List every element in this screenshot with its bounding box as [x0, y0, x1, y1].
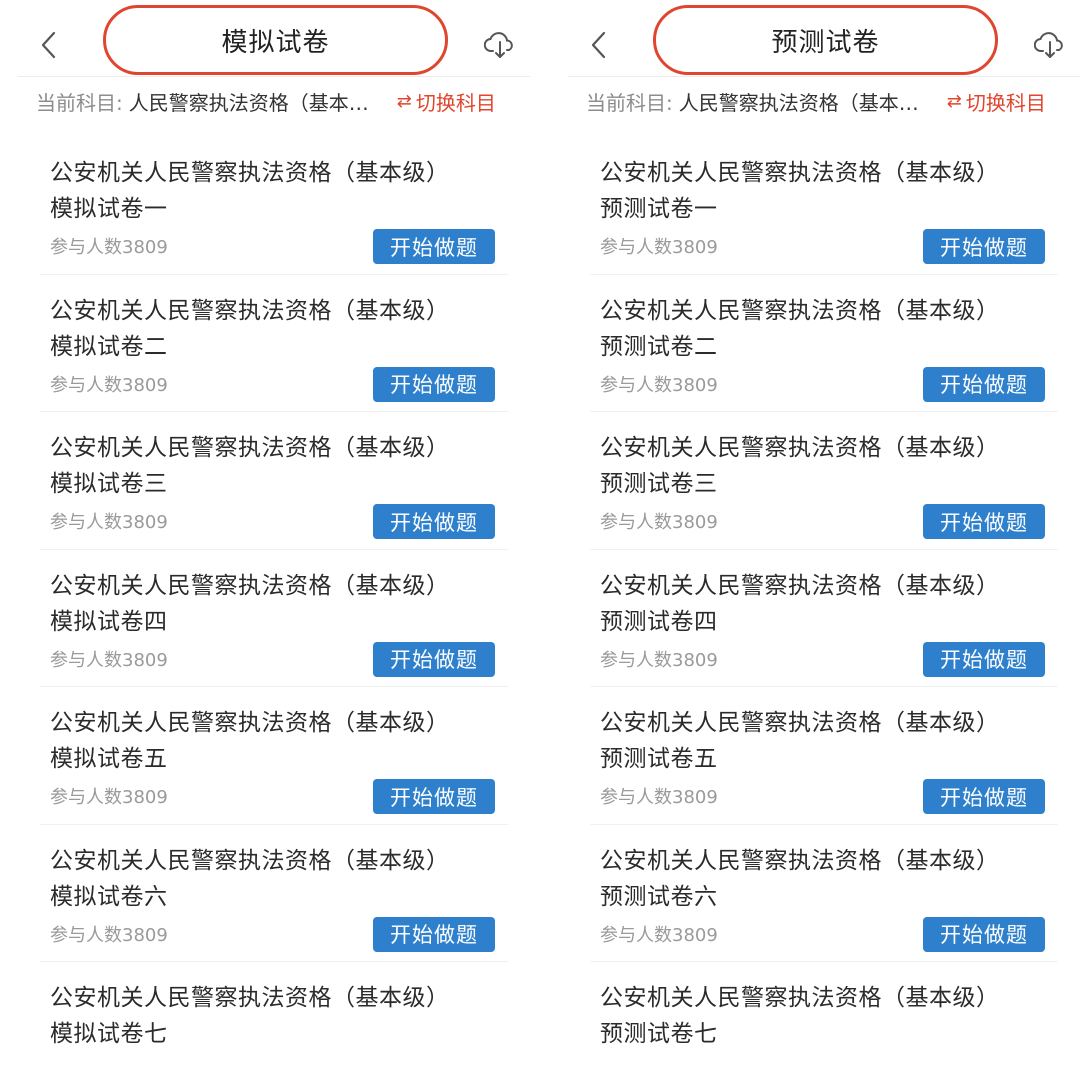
participant-count: 参与人数3809 [600, 512, 718, 533]
header-divider [568, 76, 1080, 77]
start-exam-button[interactable]: 开始做题 [923, 366, 1045, 402]
header-divider [18, 76, 530, 77]
top-nav-bar: 预测试卷 [550, 0, 1080, 78]
back-icon[interactable] [588, 30, 610, 60]
exam-title-line1: 公安机关人民警察执法资格（基本级） [600, 297, 1000, 324]
exam-title-line1: 公安机关人民警察执法资格（基本级） [50, 985, 450, 1011]
exam-title-line1: 公安机关人民警察执法资格（基本级） [50, 435, 450, 461]
exam-title-line1: 公安机关人民警察执法资格（基本级） [600, 847, 1000, 874]
exam-title-line2: 预测试卷一 [600, 196, 718, 222]
exam-list-item[interactable]: 公安机关人民警察执法资格（基本级） 模拟试卷二 参与人数3809 开始做题 [0, 275, 530, 412]
participant-count: 参与人数3809 [50, 237, 168, 258]
exam-title-line2: 预测试卷六 [600, 883, 718, 910]
exam-title-line2: 预测试卷四 [600, 608, 718, 635]
exam-title-line1: 公安机关人民警察执法资格（基本级） [600, 572, 1000, 599]
exam-list-item[interactable]: 公安机关人民警察执法资格（基本级） 预测试卷二 参与人数3809 开始做题 [550, 275, 1080, 412]
start-exam-button[interactable]: 开始做题 [923, 916, 1045, 952]
exam-list-item[interactable]: 公安机关人民警察执法资格（基本级） 预测试卷一 参与人数3809 开始做题 [550, 137, 1080, 275]
exam-title-line2: 模拟试卷四 [50, 608, 168, 635]
exam-title-line2: 模拟试卷二 [50, 333, 168, 360]
start-exam-button[interactable]: 开始做题 [373, 504, 495, 539]
current-subject-bar: 当前科目: 人民警察执法资格（基本… ⇄ 切换科目 [586, 84, 1076, 118]
swap-arrows-icon: ⇄ [396, 90, 412, 112]
exam-list-item[interactable]: 公安机关人民警察执法资格（基本级） 预测试卷三 参与人数3809 开始做题 [550, 412, 1080, 550]
page-title: 模拟试卷 [221, 27, 330, 58]
exam-title-line2: 预测试卷七 [600, 1021, 718, 1047]
current-subject-bar: 当前科目: 人民警察执法资格（基本… ⇄ 切换科目 [36, 84, 526, 118]
start-exam-button[interactable]: 开始做题 [373, 779, 495, 814]
top-nav-bar: 模拟试卷 [0, 0, 530, 78]
exam-title-line2: 预测试卷三 [600, 471, 718, 497]
start-exam-button[interactable]: 开始做题 [373, 641, 495, 677]
start-exam-button[interactable]: 开始做题 [923, 504, 1045, 539]
participant-count: 参与人数3809 [50, 649, 168, 671]
exam-title-line2: 预测试卷二 [600, 333, 718, 360]
exam-title-line1: 公安机关人民警察执法资格（基本级） [600, 985, 1000, 1011]
start-exam-button[interactable]: 开始做题 [373, 229, 495, 264]
start-exam-button[interactable]: 开始做题 [373, 916, 495, 952]
participant-count: 参与人数3809 [600, 924, 718, 946]
subject-value: 人民警察执法资格（基本… [678, 90, 919, 115]
exam-title-line1: 公安机关人民警察执法资格（基本级） [600, 160, 1000, 186]
start-exam-button[interactable]: 开始做题 [923, 229, 1045, 264]
panel-mock-exams: 模拟试卷 当前科目: 人民警察执法资格（基本… ⇄ 切换科目 公安机关人民警察执… [0, 0, 530, 1080]
exam-title-line2: 模拟试卷七 [50, 1021, 168, 1047]
exam-list-item[interactable]: 公安机关人民警察执法资格（基本级） 模拟试卷七 [0, 962, 530, 1080]
exam-title-line1: 公安机关人民警察执法资格（基本级） [50, 710, 450, 736]
participant-count: 参与人数3809 [600, 649, 718, 671]
exam-title-line2: 模拟试卷三 [50, 471, 168, 497]
back-icon[interactable] [38, 30, 60, 60]
participant-count: 参与人数3809 [50, 512, 168, 533]
exam-title-line1: 公安机关人民警察执法资格（基本级） [50, 847, 450, 874]
exam-list-item[interactable]: 公安机关人民警察执法资格（基本级） 模拟试卷五 参与人数3809 开始做题 [0, 687, 530, 825]
participant-count: 参与人数3809 [600, 374, 718, 396]
exam-list: 公安机关人民警察执法资格（基本级） 预测试卷一 参与人数3809 开始做题 公安… [550, 137, 1080, 1080]
exam-title-line2: 预测试卷五 [600, 746, 718, 772]
swap-arrows-icon: ⇄ [946, 90, 962, 112]
exam-list-item[interactable]: 公安机关人民警察执法资格（基本级） 预测试卷七 [550, 962, 1080, 1080]
participant-count: 参与人数3809 [600, 787, 718, 808]
participant-count: 参与人数3809 [50, 924, 168, 946]
switch-subject-label: 切换科目 [415, 90, 496, 115]
exam-title-line1: 公安机关人民警察执法资格（基本级） [50, 572, 450, 599]
exam-title-line1: 公安机关人民警察执法资格（基本级） [50, 297, 450, 324]
subject-value: 人民警察执法资格（基本… [128, 90, 369, 115]
exam-title-line1: 公安机关人民警察执法资格（基本级） [600, 710, 1000, 736]
page-title-highlight: 预测试卷 [653, 5, 998, 75]
cloud-download-icon[interactable] [483, 30, 516, 60]
start-exam-button[interactable]: 开始做题 [923, 779, 1045, 814]
exam-list-item[interactable]: 公安机关人民警察执法资格（基本级） 模拟试卷一 参与人数3809 开始做题 [0, 137, 530, 275]
participant-count: 参与人数3809 [50, 374, 168, 396]
subject-label: 当前科目: [36, 90, 123, 115]
page-title-highlight: 模拟试卷 [103, 5, 448, 75]
switch-subject-button[interactable]: ⇄ 切换科目 [397, 87, 496, 116]
exam-title-line1: 公安机关人民警察执法资格（基本级） [600, 435, 1000, 461]
panel-predicted-exams: 预测试卷 当前科目: 人民警察执法资格（基本… ⇄ 切换科目 公安机关人民警察执… [550, 0, 1080, 1080]
page-title: 预测试卷 [771, 27, 880, 58]
participant-count: 参与人数3809 [50, 787, 168, 808]
exam-list-item[interactable]: 公安机关人民警察执法资格（基本级） 模拟试卷六 参与人数3809 开始做题 [0, 825, 530, 962]
exam-list-item[interactable]: 公安机关人民警察执法资格（基本级） 预测试卷五 参与人数3809 开始做题 [550, 687, 1080, 825]
start-exam-button[interactable]: 开始做题 [373, 366, 495, 402]
exam-title-line1: 公安机关人民警察执法资格（基本级） [50, 160, 450, 186]
exam-list-item[interactable]: 公安机关人民警察执法资格（基本级） 预测试卷四 参与人数3809 开始做题 [550, 550, 1080, 687]
exam-title-line2: 模拟试卷五 [50, 746, 168, 772]
exam-list: 公安机关人民警察执法资格（基本级） 模拟试卷一 参与人数3809 开始做题 公安… [0, 137, 530, 1080]
exam-list-item[interactable]: 公安机关人民警察执法资格（基本级） 模拟试卷四 参与人数3809 开始做题 [0, 550, 530, 687]
exam-list-item[interactable]: 公安机关人民警察执法资格（基本级） 模拟试卷三 参与人数3809 开始做题 [0, 412, 530, 550]
switch-subject-button[interactable]: ⇄ 切换科目 [947, 87, 1046, 116]
cloud-download-icon[interactable] [1033, 30, 1066, 60]
exam-title-line2: 模拟试卷一 [50, 196, 168, 222]
participant-count: 参与人数3809 [600, 237, 718, 258]
exam-title-line2: 模拟试卷六 [50, 883, 168, 910]
start-exam-button[interactable]: 开始做题 [923, 641, 1045, 677]
subject-label: 当前科目: [586, 90, 673, 115]
switch-subject-label: 切换科目 [965, 90, 1046, 115]
exam-list-item[interactable]: 公安机关人民警察执法资格（基本级） 预测试卷六 参与人数3809 开始做题 [550, 825, 1080, 962]
